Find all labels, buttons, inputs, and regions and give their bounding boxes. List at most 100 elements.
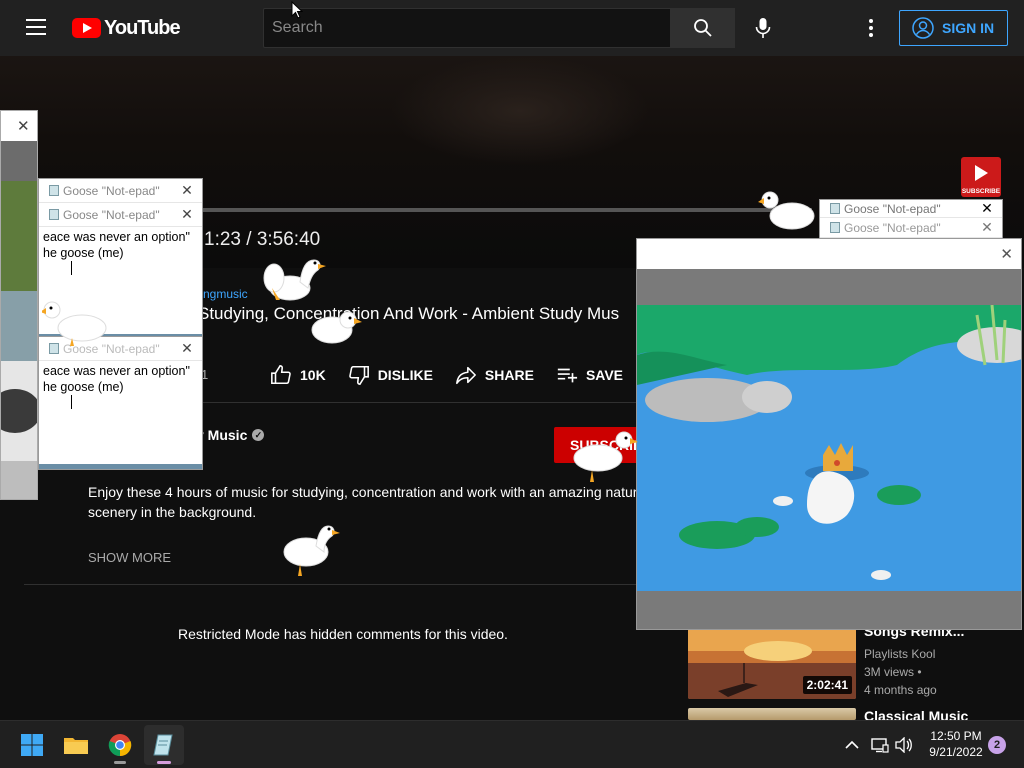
text-caret [71,395,72,409]
search-box [263,8,671,48]
windows-logo-icon [21,734,43,756]
video-thumbnail[interactable] [688,708,856,720]
speaker-icon [895,737,912,753]
goose-icon[interactable] [42,298,108,348]
subscribe-watermark-button[interactable]: SUBSCRIBE [961,157,1001,197]
search-button[interactable] [671,8,735,48]
sign-in-button[interactable]: SIGN IN [899,10,1008,46]
notepad-icon [153,734,173,756]
share-label: SHARE [484,367,534,383]
windows-taskbar: 12:50 PM 9/21/2022 2 [0,720,1024,768]
notepad-text-area[interactable]: eace was never an option" he goose (me) [39,361,202,415]
like-button[interactable]: 10K [270,364,326,386]
background-window[interactable]: ✕ [0,110,38,500]
recommended-views: 3M views • [864,665,922,679]
top-navbar: YouTube SIGN IN [0,0,1024,56]
playlist-add-icon [557,368,578,383]
window-titlebar: Goose "Not-epad" ✕ [39,179,202,203]
search-icon [694,19,712,37]
time-display: 1:23 / 3:56:40 [204,229,321,250]
video-frame [390,56,650,166]
network-button[interactable] [870,735,890,755]
notification-badge[interactable]: 2 [988,736,1006,754]
goose-notepad-window[interactable]: Goose "Not-epad" ✕ eace was never an opt… [38,336,203,470]
folder-icon [64,738,88,754]
goose-pond-image [637,305,1021,593]
thumbs-down-icon [348,365,369,385]
settings-menu-button[interactable] [860,16,882,40]
window-title: Goose "Not-epad" [844,221,941,235]
thumbs-up-icon [271,365,291,385]
file-explorer-button[interactable] [56,725,96,765]
dislike-button[interactable]: DISLIKE [348,364,433,386]
quote-line: he goose (me) [43,380,124,394]
verified-check-icon: ✓ [252,429,265,441]
notepad-text-area[interactable]: eace was never an option" he goose (me) [39,227,202,281]
recommended-channel[interactable]: Playlists Kool [864,647,935,661]
video-actions: 10K DISLIKE SHARE SAVE [270,364,645,386]
youtube-logo[interactable]: YouTube [72,17,181,39]
running-indicator [114,761,126,764]
channel-name-text: y Music [196,427,248,443]
notepad-taskbar-button[interactable] [144,725,184,765]
goose-icon[interactable] [310,302,362,354]
active-indicator [157,761,171,764]
chevron-up-icon [845,740,859,749]
description-line: scenery in the background. [88,504,257,520]
outdoor-photo-image [1,141,37,499]
notepad-icon [830,222,840,233]
show-hidden-icons-button[interactable] [842,735,862,755]
close-icon[interactable]: ✕ [17,117,30,135]
goose-notepad-window[interactable]: Goose "Not-epad" ✕ Goose "Not-epad" ✕ [819,199,1003,239]
share-button[interactable]: SHARE [455,364,534,386]
close-icon[interactable]: ✕ [980,201,994,215]
sign-in-label: SIGN IN [942,20,995,36]
window-title: Goose "Not-epad" [844,202,941,216]
start-button[interactable] [12,725,52,765]
goose-icon[interactable] [570,428,638,484]
voice-search-button[interactable] [748,12,778,44]
video-description: Enjoy these 4 hours of music for studyin… [88,482,638,522]
restricted-mode-notice: Restricted Mode has hidden comments for … [178,626,508,642]
microphone-icon [755,18,771,38]
hamburger-menu-icon[interactable] [26,19,46,37]
save-label: SAVE [585,367,624,383]
channel-name[interactable]: y Music ✓ [196,427,265,443]
save-button[interactable]: SAVE [556,364,623,386]
window-titlebar: ✕ [1,111,37,141]
goose-icon[interactable] [262,250,328,310]
video-thumbnail[interactable]: 2:02:41 [688,629,856,699]
window-title: Goose "Not-epad" [63,208,160,222]
share-icon [455,366,476,385]
goose-icon[interactable] [758,190,818,238]
system-clock[interactable]: 12:50 PM 9/21/2022 [918,728,994,760]
chrome-button[interactable] [100,725,140,765]
show-more-button[interactable]: SHOW MORE [88,550,171,565]
quote-line: eace was never an option" [43,364,190,378]
quote-line: eace was never an option" [43,230,190,244]
recommended-video[interactable]: Classical Music [688,708,1008,724]
popup-letterbox [637,591,1021,629]
window-titlebar: Goose "Not-epad" ✕ [820,200,1002,218]
goose-video-popup-window[interactable]: ✕ [636,238,1022,630]
quote-line: he goose (me) [43,246,124,260]
divider [24,584,637,585]
youtube-play-icon [72,18,101,38]
close-icon[interactable]: ✕ [180,183,194,197]
close-icon[interactable]: ✕ [180,341,194,355]
recommended-age: 4 months ago [864,683,937,697]
close-icon[interactable]: ✕ [1000,245,1013,263]
notepad-icon [49,185,59,196]
search-input[interactable] [272,9,670,47]
recommended-video[interactable]: 2:02:41 Songs Remix... Playlists Kool 3M… [688,623,1008,699]
volume-button[interactable] [894,735,914,755]
window-title: Goose "Not-epad" [63,184,160,198]
close-icon[interactable]: ✕ [980,220,994,234]
chrome-icon [108,734,132,757]
mouse-pointer-icon [291,1,303,19]
goose-icon[interactable] [282,520,342,580]
hashtag-link[interactable]: ngmusic [203,287,248,301]
window-status-bar [39,464,202,469]
notepad-icon [49,209,59,220]
close-icon[interactable]: ✕ [180,207,194,221]
